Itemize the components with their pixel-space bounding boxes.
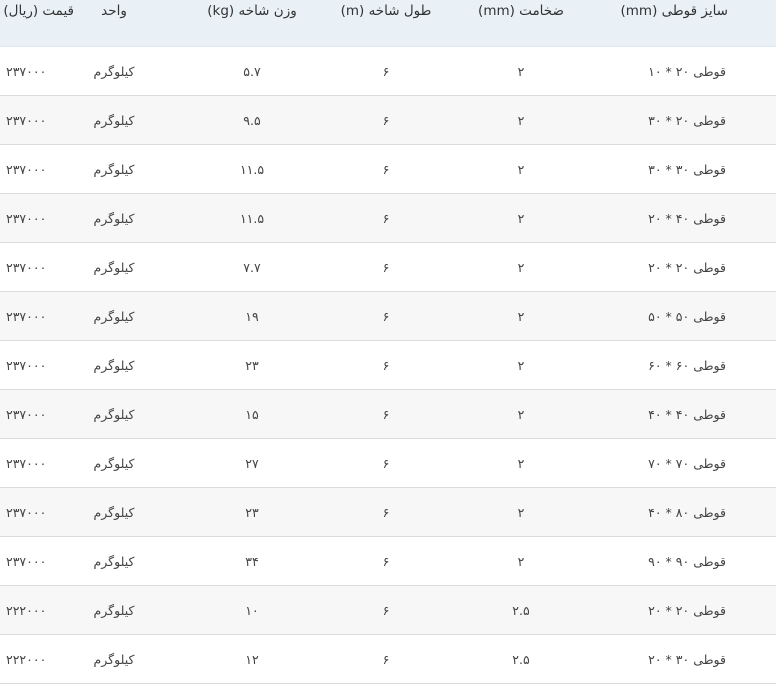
header-size: سایز قوطی (mm) <box>620 3 729 19</box>
cell-price: ۲۳۷۰۰۰ <box>6 455 47 471</box>
cell-weight: ۱۱.۵ <box>239 161 265 177</box>
cell-price: ۲۳۷۰۰۰ <box>6 553 47 569</box>
cell-weight: ۱۱.۵ <box>239 210 265 226</box>
cell-unit: کیلوگرم <box>93 406 135 422</box>
cell-unit: کیلوگرم <box>93 161 135 177</box>
header-price: قیمت (ریال) <box>3 3 74 19</box>
cell-weight: ۵.۷ <box>243 63 261 79</box>
cell-thickness: ۲ <box>517 210 525 226</box>
cell-size: قوطی ۸۰ * ۴۰ <box>648 504 726 520</box>
cell-size: قوطی ۵۰ * ۵۰ <box>648 308 726 324</box>
cell-length: ۶ <box>382 553 390 569</box>
cell-thickness: ۲ <box>517 553 525 569</box>
table-row: قوطی ۵۰ * ۵۰ ۲ ۶ ۱۹ کیلوگرم ۲۳۷۰۰۰ <box>0 292 776 341</box>
cell-size: قوطی ۴۰ * ۲۰ <box>648 210 726 226</box>
header-thickness: ضخامت (mm) <box>478 3 564 19</box>
cell-weight: ۱۹ <box>245 308 259 324</box>
cell-size: قوطی ۲۰ * ۲۰ <box>648 259 726 275</box>
price-table: سایز قوطی (mm) ضخامت (mm) طول شاخه (m) و… <box>0 0 776 684</box>
cell-size: قوطی ۶۰ * ۶۰ <box>648 357 726 373</box>
cell-size: قوطی ۴۰ * ۴۰ <box>648 406 726 422</box>
cell-size: قوطی ۲۰ * ۲۰ <box>648 602 726 618</box>
cell-unit: کیلوگرم <box>93 112 135 128</box>
cell-size: قوطی ۷۰ * ۷۰ <box>648 455 726 471</box>
cell-unit: کیلوگرم <box>93 210 135 226</box>
cell-price: ۲۳۷۰۰۰ <box>6 504 47 520</box>
cell-weight: ۱۲ <box>245 651 259 667</box>
cell-length: ۶ <box>382 161 390 177</box>
cell-size: قوطی ۲۰ * ۱۰ <box>648 63 726 79</box>
cell-length: ۶ <box>382 504 390 520</box>
cell-weight: ۹.۵ <box>243 112 261 128</box>
cell-length: ۶ <box>382 651 390 667</box>
header-unit: واحد <box>101 3 127 19</box>
cell-size: قوطی ۳۰ * ۳۰ <box>648 161 726 177</box>
cell-unit: کیلوگرم <box>93 63 135 79</box>
cell-thickness: ۲.۵ <box>512 602 530 618</box>
cell-length: ۶ <box>382 406 390 422</box>
cell-price: ۲۳۷۰۰۰ <box>6 161 47 177</box>
cell-unit: کیلوگرم <box>93 602 135 618</box>
table-row: قوطی ۶۰ * ۶۰ ۲ ۶ ۲۳ کیلوگرم ۲۳۷۰۰۰ <box>0 341 776 390</box>
cell-size: قوطی ۹۰ * ۹۰ <box>648 553 726 569</box>
cell-thickness: ۲ <box>517 504 525 520</box>
cell-price: ۲۳۷۰۰۰ <box>6 259 47 275</box>
cell-price: ۲۳۷۰۰۰ <box>6 357 47 373</box>
cell-weight: ۳۴ <box>245 553 259 569</box>
table-row: قوطی ۲۰ * ۳۰ ۲ ۶ ۹.۵ کیلوگرم ۲۳۷۰۰۰ <box>0 96 776 145</box>
table-row: قوطی ۴۰ * ۴۰ ۲ ۶ ۱۵ کیلوگرم ۲۳۷۰۰۰ <box>0 390 776 439</box>
cell-length: ۶ <box>382 455 390 471</box>
cell-weight: ۱۵ <box>245 406 259 422</box>
cell-thickness: ۲ <box>517 308 525 324</box>
cell-length: ۶ <box>382 602 390 618</box>
cell-thickness: ۲ <box>517 406 525 422</box>
table-row: قوطی ۸۰ * ۴۰ ۲ ۶ ۲۳ کیلوگرم ۲۳۷۰۰۰ <box>0 488 776 537</box>
cell-weight: ۲۳ <box>245 357 259 373</box>
cell-price: ۲۳۷۰۰۰ <box>6 210 47 226</box>
cell-unit: کیلوگرم <box>93 553 135 569</box>
cell-thickness: ۲ <box>517 357 525 373</box>
cell-thickness: ۲ <box>517 259 525 275</box>
cell-weight: ۱۰ <box>245 602 259 618</box>
cell-unit: کیلوگرم <box>93 357 135 373</box>
cell-price: ۲۳۷۰۰۰ <box>6 308 47 324</box>
cell-price: ۲۳۷۰۰۰ <box>6 406 47 422</box>
cell-price: ۲۲۲۰۰۰ <box>6 602 47 618</box>
cell-price: ۲۲۲۰۰۰ <box>6 651 47 667</box>
cell-thickness: ۲ <box>517 112 525 128</box>
table-row: قوطی ۲۰ * ۲۰ ۲.۵ ۶ ۱۰ کیلوگرم ۲۲۲۰۰۰ <box>0 586 776 635</box>
cell-size: قوطی ۲۰ * ۳۰ <box>648 112 726 128</box>
cell-unit: کیلوگرم <box>93 259 135 275</box>
cell-unit: کیلوگرم <box>93 651 135 667</box>
table-row: قوطی ۳۰ * ۳۰ ۲ ۶ ۱۱.۵ کیلوگرم ۲۳۷۰۰۰ <box>0 145 776 194</box>
table-row: قوطی ۲۰ * ۲۰ ۲ ۶ ۷.۷ کیلوگرم ۲۳۷۰۰۰ <box>0 243 776 292</box>
cell-unit: کیلوگرم <box>93 308 135 324</box>
cell-thickness: ۲ <box>517 161 525 177</box>
cell-price: ۲۳۷۰۰۰ <box>6 63 47 79</box>
table-row: قوطی ۹۰ * ۹۰ ۲ ۶ ۳۴ کیلوگرم ۲۳۷۰۰۰ <box>0 537 776 586</box>
cell-thickness: ۲.۵ <box>512 651 530 667</box>
cell-thickness: ۲ <box>517 455 525 471</box>
cell-weight: ۲۳ <box>245 504 259 520</box>
cell-length: ۶ <box>382 308 390 324</box>
cell-length: ۶ <box>382 210 390 226</box>
cell-length: ۶ <box>382 259 390 275</box>
table-row: قوطی ۲۰ * ۱۰ ۲ ۶ ۵.۷ کیلوگرم ۲۳۷۰۰۰ <box>0 47 776 96</box>
cell-unit: کیلوگرم <box>93 455 135 471</box>
header-weight: وزن شاخه (kg) <box>207 3 297 19</box>
cell-weight: ۷.۷ <box>243 259 261 275</box>
cell-length: ۶ <box>382 63 390 79</box>
table-header-row: سایز قوطی (mm) ضخامت (mm) طول شاخه (m) و… <box>0 0 776 47</box>
table-row: قوطی ۴۰ * ۲۰ ۲ ۶ ۱۱.۵ کیلوگرم ۲۳۷۰۰۰ <box>0 194 776 243</box>
cell-size: قوطی ۳۰ * ۲۰ <box>648 651 726 667</box>
cell-length: ۶ <box>382 112 390 128</box>
cell-length: ۶ <box>382 357 390 373</box>
cell-price: ۲۳۷۰۰۰ <box>6 112 47 128</box>
cell-thickness: ۲ <box>517 63 525 79</box>
table-row: قوطی ۷۰ * ۷۰ ۲ ۶ ۲۷ کیلوگرم ۲۳۷۰۰۰ <box>0 439 776 488</box>
header-length: طول شاخه (m) <box>340 3 432 19</box>
cell-unit: کیلوگرم <box>93 504 135 520</box>
cell-weight: ۲۷ <box>245 455 259 471</box>
